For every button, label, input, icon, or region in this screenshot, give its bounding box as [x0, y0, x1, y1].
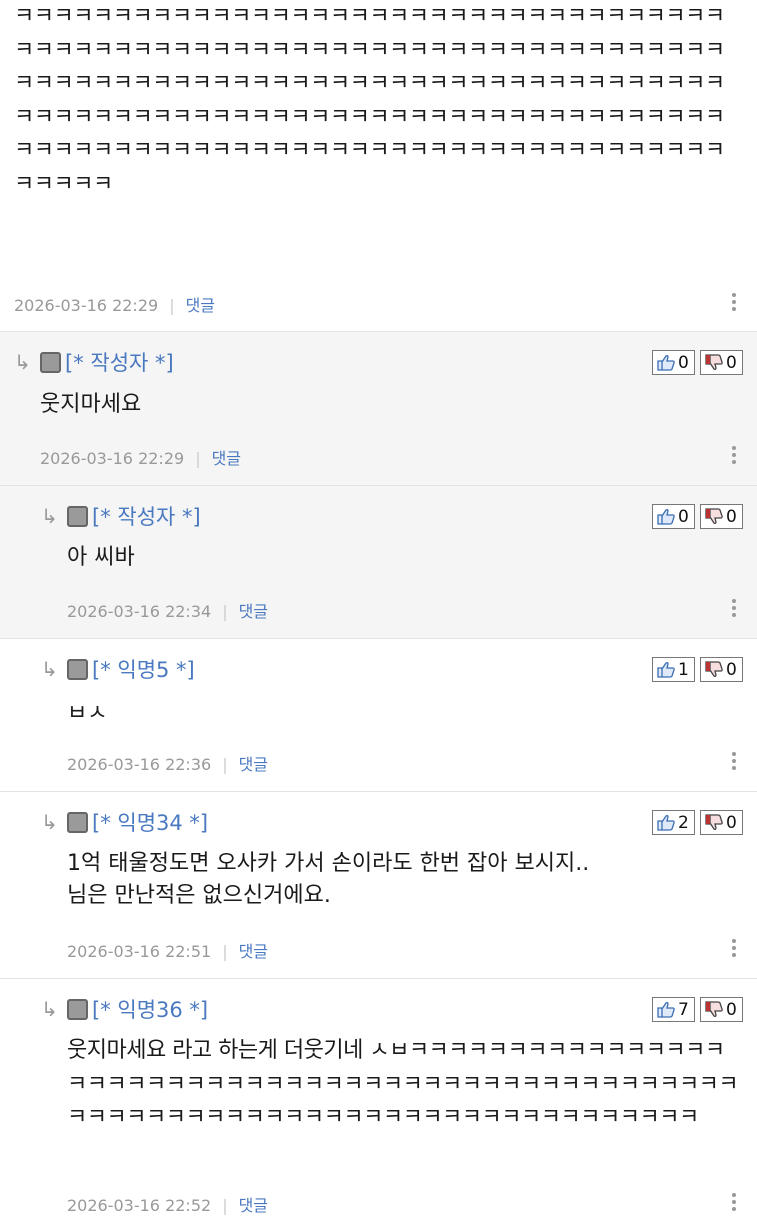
like-button[interactable]: 2 — [652, 810, 695, 835]
comment-author[interactable]: [* 작성자 *] — [65, 347, 174, 377]
reply-arrow-icon: ↳ — [41, 504, 58, 528]
like-button[interactable]: 7 — [652, 997, 695, 1022]
comment-reply-link[interactable]: 댓글 — [239, 1196, 268, 1215]
reply-arrow-icon: ↳ — [14, 350, 31, 374]
comment-item: ↳ [* 익명36 *] 7 0 웃지마세요 라고 하는게 더웃기네 ㅅㅂㅋㅋㅋ… — [0, 979, 757, 1230]
comment-meta: 2026-03-16 22:52 | 댓글 — [67, 1192, 268, 1216]
thumbs-up-icon — [657, 815, 675, 831]
vote-buttons: 7 0 — [652, 997, 743, 1022]
more-vertical-icon[interactable] — [732, 599, 737, 620]
dislike-count: 0 — [726, 506, 737, 527]
vote-buttons: 1 0 — [652, 657, 743, 682]
comment-text: 아 씨바 — [67, 545, 135, 570]
post-body-section: ㅋㅋㅋㅋㅋㅋㅋㅋㅋㅋㅋㅋㅋㅋㅋㅋㅋㅋㅋㅋㅋㅋㅋㅋㅋㅋㅋㅋㅋㅋㅋㅋㅋㅋㅋㅋㅋㅋㅋㅋ… — [0, 0, 757, 332]
post-reply-link[interactable]: 댓글 — [186, 296, 215, 315]
thumbs-down-icon — [705, 354, 723, 370]
post-body-text: ㅋㅋㅋㅋㅋㅋㅋㅋㅋㅋㅋㅋㅋㅋㅋㅋㅋㅋㅋㅋㅋㅋㅋㅋㅋㅋㅋㅋㅋㅋㅋㅋㅋㅋㅋㅋㅋㅋㅋㅋ… — [14, 4, 725, 197]
thumbs-up-icon — [657, 355, 675, 371]
dislike-count: 0 — [726, 659, 737, 680]
like-button[interactable]: 0 — [652, 350, 695, 375]
divider: | — [195, 449, 201, 468]
avatar-icon — [67, 811, 88, 833]
comment-meta: 2026-03-16 22:36 | 댓글 — [67, 751, 268, 775]
comment-item: ↳ [* 익명5 *] 1 0 ㅂㅅ 2026-03-16 22:36 | 댓글 — [0, 639, 757, 792]
dislike-button[interactable]: 0 — [700, 810, 743, 835]
comment-item: ↳ [* 작성자 *] 0 0 웃지마세요 2026-03-16 22:29 | 댓… — [0, 332, 757, 486]
dislike-button[interactable]: 0 — [700, 657, 743, 682]
more-vertical-icon[interactable] — [732, 939, 737, 960]
dislike-button[interactable]: 0 — [700, 350, 743, 375]
comment-header: ↳ [* 작성자 *] — [14, 349, 174, 375]
thumbs-down-icon — [705, 508, 723, 524]
avatar-icon — [67, 658, 88, 680]
avatar-icon — [67, 505, 88, 527]
comment-author[interactable]: [* 익명5 *] — [92, 654, 195, 684]
comment-reply-link[interactable]: 댓글 — [239, 942, 268, 961]
dislike-count: 0 — [726, 812, 737, 833]
comment-timestamp: 2026-03-16 22:51 — [67, 942, 212, 961]
more-vertical-icon[interactable] — [732, 293, 737, 314]
avatar-icon — [67, 998, 88, 1020]
divider: | — [222, 602, 228, 621]
comment-timestamp: 2026-03-16 22:52 — [67, 1196, 212, 1215]
comment-text: 1억 태울정도면 오사카 가서 손이라도 한번 잡아 보시지.. 님은 만난적은… — [67, 851, 590, 908]
more-vertical-icon[interactable] — [732, 752, 737, 773]
more-vertical-icon[interactable] — [732, 446, 737, 467]
divider: | — [222, 755, 228, 774]
reply-arrow-icon: ↳ — [41, 810, 58, 834]
dislike-button[interactable]: 0 — [700, 997, 743, 1022]
comment-author[interactable]: [* 작성자 *] — [92, 501, 201, 531]
divider: | — [169, 296, 175, 315]
thumbs-up-icon — [657, 1002, 675, 1018]
thumbs-up-icon — [657, 509, 675, 525]
comment-meta: 2026-03-16 22:34 | 댓글 — [67, 598, 268, 622]
like-count: 0 — [678, 352, 689, 373]
like-count: 1 — [678, 659, 689, 680]
like-button[interactable]: 1 — [652, 657, 695, 682]
comment-item: ↳ [* 작성자 *] 0 0 아 씨바 2026-03-16 22:34 | 댓글 — [0, 486, 757, 639]
comment-header: ↳ [* 익명5 *] — [41, 656, 195, 682]
comment-header: ↳ [* 작성자 *] — [41, 503, 201, 529]
like-count: 7 — [678, 999, 689, 1020]
comment-reply-link[interactable]: 댓글 — [212, 449, 241, 468]
vote-buttons: 2 0 — [652, 810, 743, 835]
dislike-button[interactable]: 0 — [700, 504, 743, 529]
thumbs-up-icon — [657, 662, 675, 678]
more-vertical-icon[interactable] — [732, 1193, 737, 1214]
comment-text: 웃지마세요 라고 하는게 더웃기네 ㅅㅂㅋㅋㅋㅋㅋㅋㅋㅋㅋㅋㅋㅋㅋㅋㅋㅋㅋㅋㅋㅋ… — [67, 1038, 739, 1130]
like-count: 0 — [678, 506, 689, 527]
vote-buttons: 0 0 — [652, 350, 743, 375]
comment-author[interactable]: [* 익명34 *] — [92, 807, 208, 837]
thumbs-down-icon — [705, 814, 723, 830]
comment-meta: 2026-03-16 22:29 | 댓글 — [40, 445, 241, 469]
reply-arrow-icon: ↳ — [41, 997, 58, 1021]
divider: | — [222, 942, 228, 961]
thumbs-down-icon — [705, 1001, 723, 1017]
post-meta: 2026-03-16 22:29 | 댓글 — [14, 292, 215, 316]
comment-meta: 2026-03-16 22:51 | 댓글 — [67, 938, 268, 962]
dislike-count: 0 — [726, 999, 737, 1020]
reply-arrow-icon: ↳ — [41, 657, 58, 681]
comment-item: ↳ [* 익명34 *] 2 0 1억 태울정도면 오사카 가서 손이라도 한번… — [0, 792, 757, 979]
vote-buttons: 0 0 — [652, 504, 743, 529]
thumbs-down-icon — [705, 661, 723, 677]
post-timestamp: 2026-03-16 22:29 — [14, 296, 159, 315]
comment-timestamp: 2026-03-16 22:36 — [67, 755, 212, 774]
dislike-count: 0 — [726, 352, 737, 373]
comment-author[interactable]: [* 익명36 *] — [92, 994, 208, 1024]
comment-header: ↳ [* 익명34 *] — [41, 809, 208, 835]
comment-text: ㅂㅅ — [67, 701, 108, 721]
comment-reply-link[interactable]: 댓글 — [239, 602, 268, 621]
comment-reply-link[interactable]: 댓글 — [239, 755, 268, 774]
avatar-icon — [40, 351, 61, 373]
comment-header: ↳ [* 익명36 *] — [41, 996, 208, 1022]
comment-timestamp: 2026-03-16 22:34 — [67, 602, 212, 621]
comment-timestamp: 2026-03-16 22:29 — [40, 449, 185, 468]
comment-text: 웃지마세요 — [40, 392, 142, 417]
like-count: 2 — [678, 812, 689, 833]
like-button[interactable]: 0 — [652, 504, 695, 529]
divider: | — [222, 1196, 228, 1215]
